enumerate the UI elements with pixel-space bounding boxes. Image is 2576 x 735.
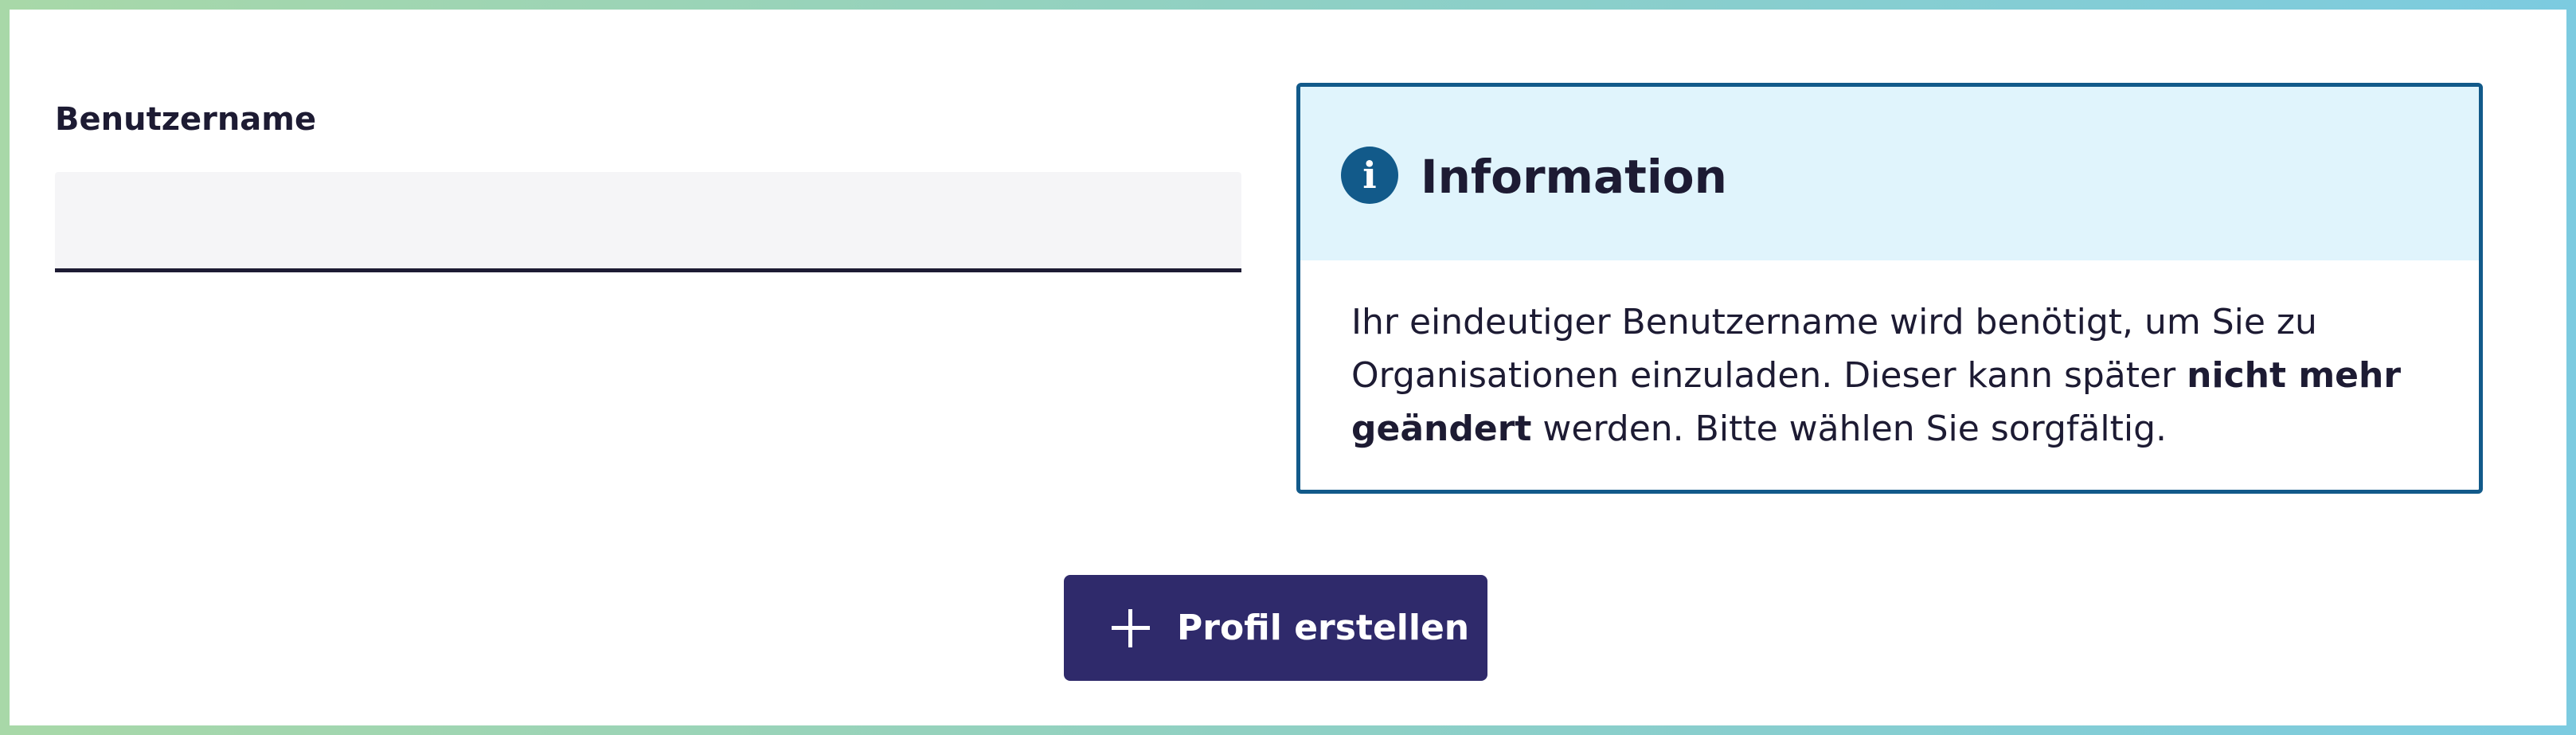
info-text-part-1: Ihr eindeutiger Benutzername wird benöti… <box>1351 302 2317 396</box>
page-frame: Benutzername i Information Ihr eindeutig… <box>10 10 2566 725</box>
username-label: Benutzername <box>55 101 317 138</box>
info-box: i Information Ihr eindeutiger Benutzerna… <box>1296 83 2483 494</box>
username-input[interactable] <box>55 172 1241 272</box>
info-icon: i <box>1341 147 1398 204</box>
info-text: Ihr eindeutiger Benutzername wird benöti… <box>1351 295 2458 455</box>
plus-icon <box>1112 608 1150 647</box>
info-title: Information <box>1421 150 1727 204</box>
create-profile-button[interactable]: Profil erstellen <box>1064 575 1487 681</box>
info-header: i Information <box>1300 87 2479 260</box>
info-text-part-2: werden. Bitte wählen Sie sorgfältig. <box>1531 409 2168 449</box>
create-profile-label: Profil erstellen <box>1177 608 1470 648</box>
